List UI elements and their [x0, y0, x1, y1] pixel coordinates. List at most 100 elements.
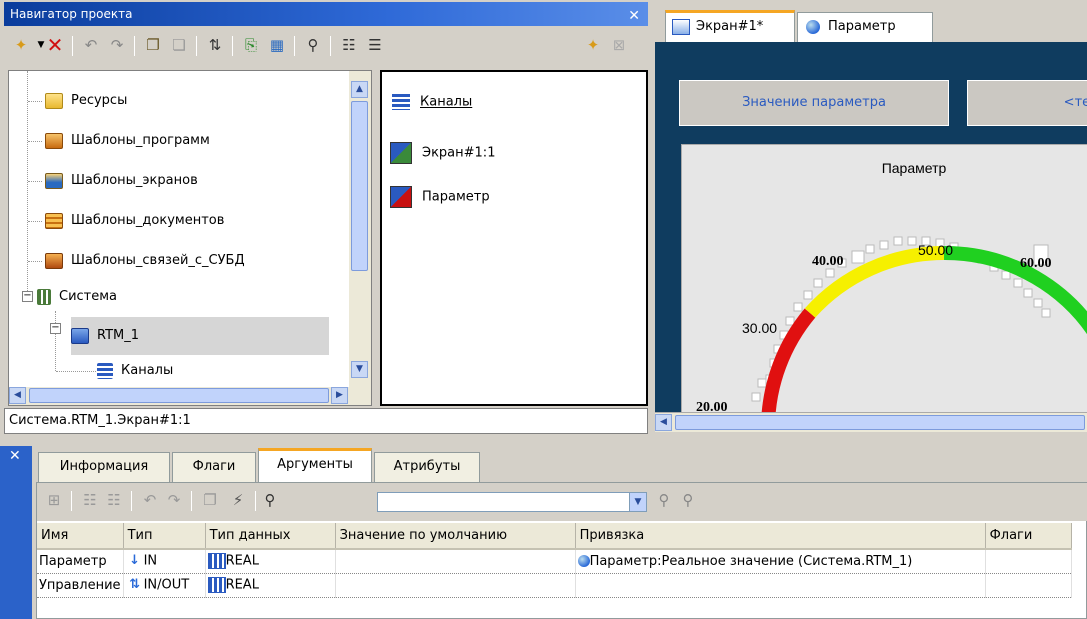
tree-item-channels[interactable]: Каналы — [97, 359, 173, 383]
tree-item-system[interactable]: Система — [37, 285, 117, 309]
tab-flags[interactable]: Флаги — [172, 452, 256, 482]
cell-name[interactable]: Параметр — [37, 549, 124, 574]
scroll-thumb[interactable] — [351, 101, 368, 271]
cell-flags[interactable] — [985, 573, 1072, 598]
grid-add-icon[interactable]: ☷ — [79, 489, 101, 511]
new-item-icon[interactable]: ✦ — [10, 34, 32, 56]
cell-default[interactable] — [335, 549, 576, 574]
add-argument-icon[interactable]: ⊞ — [43, 489, 65, 511]
gauge-label: 40.00 — [812, 254, 844, 269]
tree-item-db-templates[interactable]: Шаблоны_связей_с_СУБД — [45, 249, 245, 273]
gauge-title: Параметр — [882, 160, 947, 176]
tab-screen1[interactable]: Экран#1* — [665, 10, 795, 42]
cell-flags[interactable] — [985, 549, 1072, 574]
cell-binding[interactable] — [575, 573, 986, 598]
screen-canvas[interactable]: Значение параметра <тек Параметр — [655, 42, 1087, 412]
scroll-up-icon[interactable]: ▲ — [351, 81, 368, 98]
editor-horizontal-scrollbar[interactable]: ◀ — [655, 412, 1087, 432]
list-item-parameter[interactable]: Параметр — [390, 186, 490, 208]
collapse-icon[interactable]: − — [22, 291, 33, 302]
table-row[interactable]: Параметр ↓ IN REAL Параметр:Реальное знач… — [37, 549, 1072, 574]
scroll-left-icon[interactable]: ◀ — [9, 387, 26, 404]
redo-icon[interactable]: ↷ — [106, 34, 128, 56]
properties-side-bar: ✕ — [0, 446, 32, 619]
cell-datatype[interactable]: REAL — [205, 549, 336, 574]
grid-remove-icon[interactable]: ☷ — [103, 489, 125, 511]
arguments-toolbar: ⊞ ☷ ☷ ↶ ↷ ❐ ⚡ ⚲ ▼ ⚲ ⚲ — [37, 483, 1087, 521]
export-icon[interactable]: ▦ — [266, 34, 288, 56]
redo-icon[interactable]: ↷ — [163, 489, 185, 511]
cell-default[interactable] — [335, 573, 576, 598]
binoculars-icon[interactable]: ⚲ — [302, 34, 324, 56]
list-item-screen[interactable]: Экран#1:1 — [390, 142, 495, 164]
undo-icon[interactable]: ↶ — [80, 34, 102, 56]
cell-type[interactable]: ↓ IN — [123, 549, 206, 574]
cell-name[interactable]: Управление — [37, 573, 124, 598]
find-next-icon[interactable]: ⚲ — [653, 489, 675, 511]
items-panel[interactable]: Каналы Экран#1:1 Параметр — [380, 70, 648, 406]
screen-template-icon — [45, 172, 63, 189]
copy-icon[interactable]: ❐ — [142, 34, 164, 56]
chevron-down-icon[interactable]: ▼ — [629, 493, 646, 511]
cell-type[interactable]: ⇅ IN/OUT — [123, 573, 206, 598]
copy-icon[interactable]: ❐ — [199, 489, 221, 511]
column-header-binding[interactable]: Привязка — [575, 523, 986, 550]
scroll-thumb[interactable] — [675, 415, 1085, 430]
binoculars-icon[interactable]: ⚲ — [259, 489, 281, 511]
new-item-icon[interactable]: ✦ — [582, 34, 604, 56]
db-template-icon — [45, 252, 63, 269]
tab-parameter[interactable]: Параметр — [797, 12, 933, 42]
scroll-down-icon[interactable]: ▼ — [351, 361, 368, 378]
connect-icon[interactable]: ⚡ — [227, 489, 249, 511]
gauge-label: 60.00 — [1020, 256, 1052, 271]
scroll-left-icon[interactable]: ◀ — [655, 414, 672, 431]
value-parameter-button[interactable]: Значение параметра — [679, 80, 949, 126]
parameter-icon — [577, 555, 590, 568]
tree-item-document-templates[interactable]: Шаблоны_документов — [45, 209, 224, 233]
tree-item-rtm1[interactable]: RTM_1 — [71, 317, 330, 355]
cell-binding[interactable]: Параметр:Реальное значение (Система.RTM_… — [575, 549, 986, 574]
paste-icon[interactable]: ❏ — [168, 34, 190, 56]
tab-attributes[interactable]: Атрибуты — [374, 452, 480, 482]
tree-view-icon[interactable]: ☷ — [338, 34, 360, 56]
tree-item-screen-templates[interactable]: Шаблоны_экранов — [45, 169, 198, 193]
column-header-datatype[interactable]: Тип данных — [205, 523, 336, 550]
undo-icon[interactable]: ↶ — [139, 489, 161, 511]
program-template-icon — [45, 132, 63, 149]
find-prev-icon[interactable]: ⚲ — [677, 489, 699, 511]
channels-icon — [392, 94, 410, 110]
project-tree[interactable]: Ресурсы Шаблоны_программ Шаблоны_экранов… — [8, 70, 372, 406]
scroll-right-icon[interactable]: ▶ — [331, 387, 348, 404]
tree-item-resources[interactable]: Ресурсы — [45, 89, 127, 113]
scroll-thumb[interactable] — [29, 388, 329, 403]
document-template-icon — [45, 212, 63, 229]
gauge-svg: Параметр 20.00 30.00 40.00 50.00 60.00 — [696, 160, 1087, 412]
tree-horizontal-scrollbar[interactable]: ◀ ▶ — [9, 387, 371, 405]
search-combo[interactable]: ▼ — [377, 492, 647, 512]
close-icon[interactable]: ✕ — [628, 4, 640, 28]
tree-item-program-templates[interactable]: Шаблоны_программ — [45, 129, 210, 153]
column-header-flags[interactable]: Флаги — [985, 523, 1072, 550]
list-view-icon[interactable]: ☰ — [364, 34, 386, 56]
tab-information[interactable]: Информация — [38, 452, 170, 482]
column-header-type[interactable]: Тип — [123, 523, 206, 550]
column-header-default[interactable]: Значение по умолчанию — [335, 523, 576, 550]
tree-vertical-scrollbar[interactable]: ▲ ▼ — [349, 71, 371, 389]
project-navigator: Навигатор проекта ✕ ✦ ▼ ✕ ↶ ↷ ❐ ❏ ⇅ ⎘ ▦ … — [0, 0, 650, 438]
gauge-label: 50.00 — [918, 242, 953, 258]
gauge-label: 30.00 — [742, 320, 777, 336]
delete-icon[interactable]: ✕ — [44, 34, 66, 56]
gauge-widget[interactable]: Параметр 20.00 30.00 40.00 50.00 60.00 — [681, 144, 1087, 412]
column-header-name[interactable]: Имя — [37, 523, 124, 550]
sort-icon[interactable]: ⇅ — [204, 34, 226, 56]
list-item-channels[interactable]: Каналы — [392, 94, 472, 110]
collapse-icon[interactable]: − — [50, 323, 61, 334]
import-icon[interactable]: ⎘ — [240, 34, 262, 56]
table-row[interactable]: Управление ⇅ IN/OUT REAL — [37, 573, 1072, 598]
screen-editor: Экран#1* Параметр Значение параметра <те… — [655, 0, 1087, 438]
cell-datatype[interactable]: REAL — [205, 573, 336, 598]
current-value-button[interactable]: <тек — [967, 80, 1087, 126]
folder-icon — [45, 92, 63, 109]
close-icon[interactable]: ✕ — [9, 448, 21, 464]
tab-arguments[interactable]: Аргументы — [258, 448, 372, 482]
